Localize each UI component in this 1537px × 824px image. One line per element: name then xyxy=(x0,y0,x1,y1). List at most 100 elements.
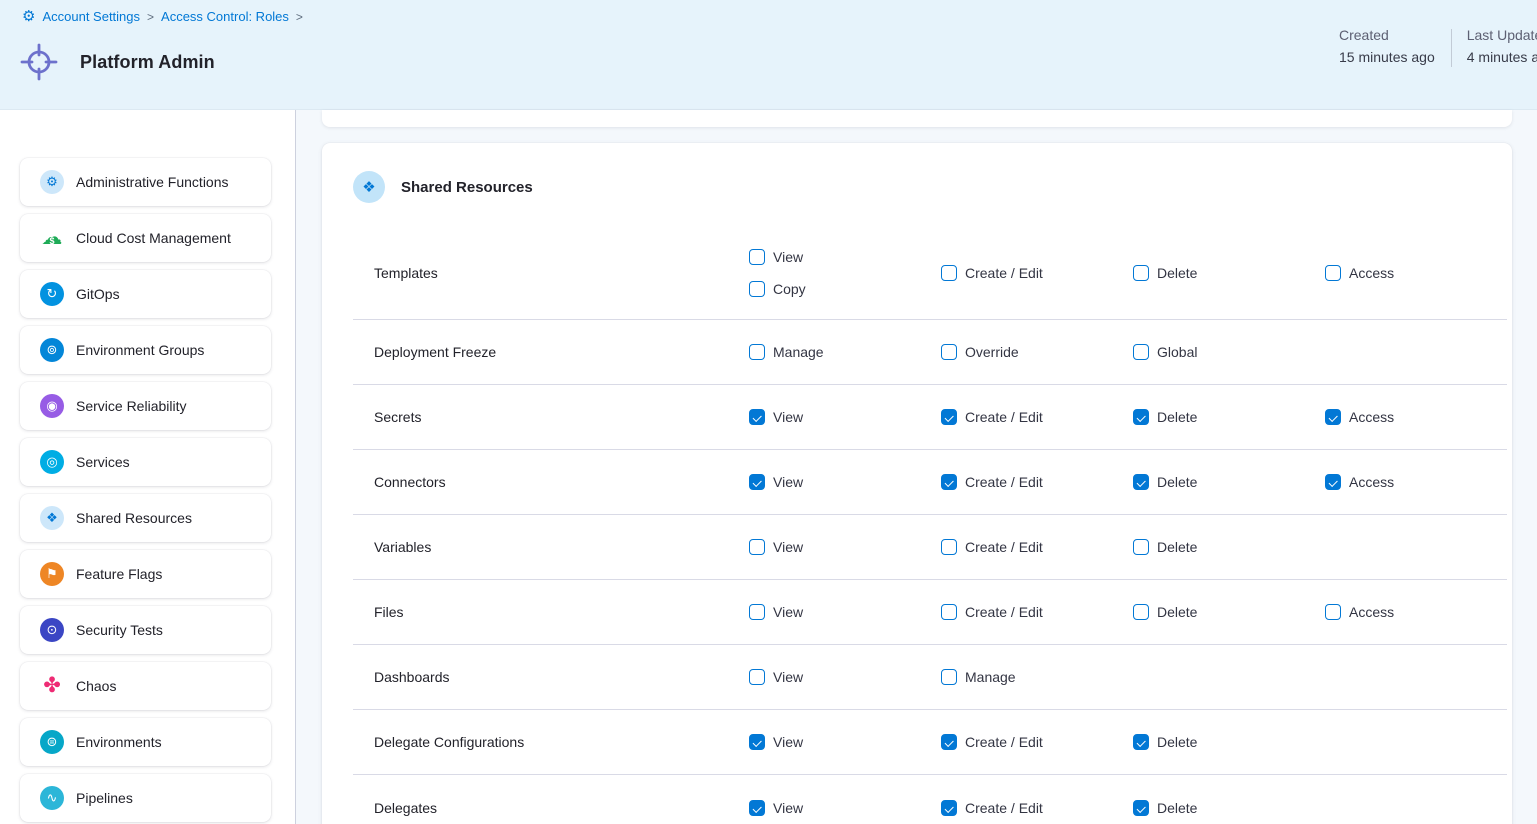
permission-access[interactable]: Access xyxy=(1325,474,1507,490)
sidebar-item-cloud-cost-management[interactable]: ☁$ Cloud Cost Management xyxy=(20,214,271,262)
checkbox-label: Delete xyxy=(1157,474,1197,490)
sidebar-item-services[interactable]: ◎ Services xyxy=(20,438,271,486)
permission-delete[interactable]: Delete xyxy=(1133,409,1325,425)
checkbox-checked[interactable] xyxy=(1133,474,1149,490)
checkbox-unchecked[interactable] xyxy=(941,669,957,685)
sidebar-item-environments[interactable]: ⊜ Environments xyxy=(20,718,271,766)
checkbox-checked[interactable] xyxy=(941,409,957,425)
checkbox-unchecked[interactable] xyxy=(1133,344,1149,360)
permission-row-variables: Variables ViewCreate / EditDelete xyxy=(353,515,1507,580)
meta-divider xyxy=(1451,29,1452,67)
permission-access[interactable]: Access xyxy=(1325,265,1507,281)
permission-create-edit[interactable]: Create / Edit xyxy=(941,800,1133,816)
sidebar-item-shared-resources[interactable]: ❖ Shared Resources xyxy=(20,494,271,542)
permission-create-edit[interactable]: Create / Edit xyxy=(941,539,1133,555)
sidebar-item-label: Security Tests xyxy=(76,622,163,638)
checkbox-unchecked[interactable] xyxy=(749,249,765,265)
checkbox-unchecked[interactable] xyxy=(1133,604,1149,620)
checkbox-unchecked[interactable] xyxy=(749,539,765,555)
checkbox-label: Override xyxy=(965,344,1019,360)
checkbox-checked[interactable] xyxy=(941,734,957,750)
permission-cell: Delete xyxy=(1133,800,1325,816)
sidebar-item-chaos[interactable]: ✤ Chaos xyxy=(20,662,271,710)
permission-cell: Delete xyxy=(1133,265,1325,281)
created-label: Created xyxy=(1339,27,1435,43)
checkbox-checked[interactable] xyxy=(941,800,957,816)
checkbox-checked[interactable] xyxy=(1133,800,1149,816)
sidebar-item-feature-flags[interactable]: ⚑ Feature Flags xyxy=(20,550,271,598)
checkbox-checked[interactable] xyxy=(1325,409,1341,425)
permission-row-delegate-configurations: Delegate Configurations ViewCreate / Edi… xyxy=(353,710,1507,775)
permission-delete[interactable]: Delete xyxy=(1133,265,1325,281)
permission-view[interactable]: View xyxy=(749,409,941,425)
sidebar-item-service-reliability[interactable]: ◉ Service Reliability xyxy=(20,382,271,430)
permission-delete[interactable]: Delete xyxy=(1133,800,1325,816)
checkbox-checked[interactable] xyxy=(749,474,765,490)
feature-flags-icon: ⚑ xyxy=(40,562,64,586)
sidebar-item-label: Feature Flags xyxy=(76,566,162,582)
checkbox-label: View xyxy=(773,249,803,265)
checkbox-checked[interactable] xyxy=(1133,409,1149,425)
checkbox-unchecked[interactable] xyxy=(1133,265,1149,281)
permission-create-edit[interactable]: Create / Edit xyxy=(941,604,1133,620)
checkbox-unchecked[interactable] xyxy=(1133,539,1149,555)
checkbox-checked[interactable] xyxy=(941,474,957,490)
permission-delete[interactable]: Delete xyxy=(1133,604,1325,620)
permission-view[interactable]: View xyxy=(749,249,941,265)
permission-delete[interactable]: Delete xyxy=(1133,474,1325,490)
checkbox-checked[interactable] xyxy=(1325,474,1341,490)
sidebar-item-security-tests[interactable]: ⊙ Security Tests xyxy=(20,606,271,654)
permission-view[interactable]: View xyxy=(749,474,941,490)
checkbox-label: Create / Edit xyxy=(965,604,1043,620)
permission-delete[interactable]: Delete xyxy=(1133,734,1325,750)
checkbox-checked[interactable] xyxy=(749,734,765,750)
checkbox-unchecked[interactable] xyxy=(941,604,957,620)
chaos-icon: ✤ xyxy=(40,674,64,698)
permission-row-files: Files View Create / Edit DeleteAccess xyxy=(353,580,1507,645)
breadcrumb-access-control-roles[interactable]: Access Control: Roles xyxy=(161,9,289,24)
sidebar-item-environment-groups[interactable]: ⊚ Environment Groups xyxy=(20,326,271,374)
sidebar-item-pipelines[interactable]: ∿ Pipelines xyxy=(20,774,271,822)
permission-access[interactable]: Access xyxy=(1325,409,1507,425)
checkbox-unchecked[interactable] xyxy=(941,344,957,360)
permission-access[interactable]: Access xyxy=(1325,604,1507,620)
breadcrumb-account-settings[interactable]: Account Settings xyxy=(42,9,140,24)
sidebar-item-gitops[interactable]: ↻ GitOps xyxy=(20,270,271,318)
checkbox-checked[interactable] xyxy=(749,409,765,425)
permission-cell: Delete xyxy=(1133,539,1325,555)
permission-global[interactable]: Global xyxy=(1133,344,1325,360)
checkbox-unchecked[interactable] xyxy=(749,669,765,685)
permission-view[interactable]: View xyxy=(749,734,941,750)
permission-manage[interactable]: Manage xyxy=(749,344,941,360)
permission-create-edit[interactable]: Create / Edit xyxy=(941,409,1133,425)
permission-copy[interactable]: Copy xyxy=(749,281,941,297)
permission-view[interactable]: View xyxy=(749,604,941,620)
role-title-row: Platform Admin xyxy=(17,40,215,84)
permission-view[interactable]: View xyxy=(749,669,941,685)
permission-manage[interactable]: Manage xyxy=(941,669,1133,685)
checkbox-unchecked[interactable] xyxy=(749,344,765,360)
checkbox-unchecked[interactable] xyxy=(1325,604,1341,620)
checkbox-checked[interactable] xyxy=(749,800,765,816)
permission-view[interactable]: View xyxy=(749,800,941,816)
resource-label: Files xyxy=(353,604,749,620)
permission-delete[interactable]: Delete xyxy=(1133,539,1325,555)
last-updated-value: 4 minutes ago xyxy=(1467,49,1537,65)
sidebar-item-administrative-functions[interactable]: ⚙ Administrative Functions xyxy=(20,158,271,206)
checkbox-unchecked[interactable] xyxy=(749,604,765,620)
permission-cell: Create / Edit xyxy=(941,409,1133,425)
sidebar-item-label: Services xyxy=(76,454,130,470)
permission-create-edit[interactable]: Create / Edit xyxy=(941,474,1133,490)
permission-create-edit[interactable]: Create / Edit xyxy=(941,734,1133,750)
permission-create-edit[interactable]: Create / Edit xyxy=(941,265,1133,281)
permission-cell: Delete xyxy=(1133,734,1325,750)
permission-view[interactable]: View xyxy=(749,539,941,555)
checkbox-unchecked[interactable] xyxy=(749,281,765,297)
checkbox-unchecked[interactable] xyxy=(1325,265,1341,281)
checkbox-label: View xyxy=(773,604,803,620)
checkbox-unchecked[interactable] xyxy=(941,265,957,281)
checkbox-label: Delete xyxy=(1157,539,1197,555)
checkbox-checked[interactable] xyxy=(1133,734,1149,750)
checkbox-unchecked[interactable] xyxy=(941,539,957,555)
permission-override[interactable]: Override xyxy=(941,344,1133,360)
